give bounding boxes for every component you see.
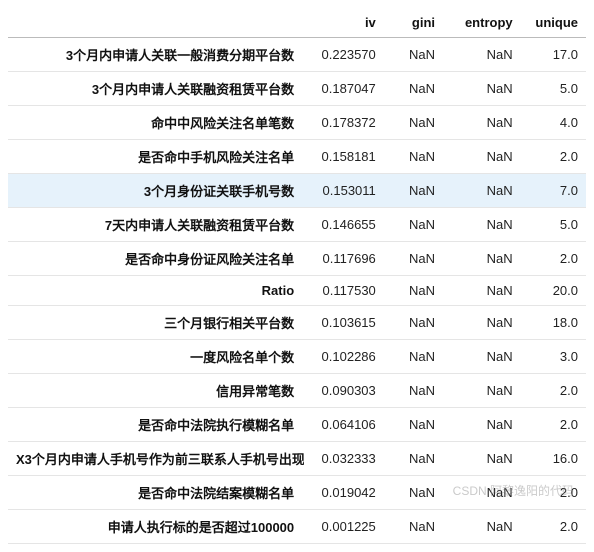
cell-entropy: NaN <box>443 106 521 140</box>
cell-iv: 0.153011 <box>304 174 384 208</box>
col-iv: iv <box>304 8 384 38</box>
row-label: 3个月内申请人关联融资租赁平台数 <box>8 72 304 106</box>
cell-entropy: NaN <box>443 306 521 340</box>
row-label: 是否命中法院结案模糊名单 <box>8 476 304 510</box>
cell-unique: 2.0 <box>521 510 586 544</box>
cell-entropy: NaN <box>443 476 521 510</box>
table-row: X3个月内申请人手机号作为前三联系人手机号出现的次数0.032333NaNNaN… <box>8 442 586 476</box>
cell-entropy: NaN <box>443 442 521 476</box>
table-row: 3个月身份证关联手机号数0.153011NaNNaN7.0 <box>8 174 586 208</box>
cell-entropy: NaN <box>443 38 521 72</box>
cell-iv: 0.102286 <box>304 340 384 374</box>
row-label: X3个月内申请人手机号作为前三联系人手机号出现的次数 <box>8 442 304 476</box>
cell-iv: 0.178372 <box>304 106 384 140</box>
cell-iv: 0.117530 <box>304 276 384 306</box>
cell-entropy: NaN <box>443 340 521 374</box>
row-label: 3个月身份证关联手机号数 <box>8 174 304 208</box>
cell-iv: 0.103615 <box>304 306 384 340</box>
cell-unique: 2.0 <box>521 242 586 276</box>
cell-unique: 18.0 <box>521 306 586 340</box>
cell-gini: NaN <box>384 442 443 476</box>
cell-gini: NaN <box>384 476 443 510</box>
table-row: 三个月银行相关平台数0.103615NaNNaN18.0 <box>8 306 586 340</box>
cell-unique: 2.0 <box>521 476 586 510</box>
cell-iv: 0.032333 <box>304 442 384 476</box>
cell-entropy: NaN <box>443 174 521 208</box>
table-body: 3个月内申请人关联一般消费分期平台数0.223570NaNNaN17.03个月内… <box>8 38 586 544</box>
table-row: 是否命中法院执行模糊名单0.064106NaNNaN2.0 <box>8 408 586 442</box>
cell-gini: NaN <box>384 242 443 276</box>
cell-entropy: NaN <box>443 374 521 408</box>
cell-gini: NaN <box>384 208 443 242</box>
cell-entropy: NaN <box>443 242 521 276</box>
cell-iv: 0.090303 <box>304 374 384 408</box>
col-gini: gini <box>384 8 443 38</box>
row-label: 命中中风险关注名单笔数 <box>8 106 304 140</box>
row-label: 3个月内申请人关联一般消费分期平台数 <box>8 38 304 72</box>
cell-entropy: NaN <box>443 72 521 106</box>
col-unique: unique <box>521 8 586 38</box>
cell-gini: NaN <box>384 374 443 408</box>
cell-iv: 0.223570 <box>304 38 384 72</box>
table-row: 3个月内申请人关联一般消费分期平台数0.223570NaNNaN17.0 <box>8 38 586 72</box>
cell-unique: 20.0 <box>521 276 586 306</box>
cell-unique: 2.0 <box>521 140 586 174</box>
table-row: 命中中风险关注名单笔数0.178372NaNNaN4.0 <box>8 106 586 140</box>
row-label: 一度风险名单个数 <box>8 340 304 374</box>
cell-gini: NaN <box>384 140 443 174</box>
cell-entropy: NaN <box>443 408 521 442</box>
cell-unique: 16.0 <box>521 442 586 476</box>
row-label: 申请人执行标的是否超过100000 <box>8 510 304 544</box>
cell-unique: 5.0 <box>521 72 586 106</box>
cell-entropy: NaN <box>443 276 521 306</box>
row-label: 三个月银行相关平台数 <box>8 306 304 340</box>
row-label: 是否命中手机风险关注名单 <box>8 140 304 174</box>
cell-unique: 5.0 <box>521 208 586 242</box>
cell-entropy: NaN <box>443 510 521 544</box>
cell-gini: NaN <box>384 72 443 106</box>
table-row: 一度风险名单个数0.102286NaNNaN3.0 <box>8 340 586 374</box>
cell-gini: NaN <box>384 408 443 442</box>
cell-unique: 7.0 <box>521 174 586 208</box>
table-row: 7天内申请人关联融资租赁平台数0.146655NaNNaN5.0 <box>8 208 586 242</box>
row-label: 是否命中法院执行模糊名单 <box>8 408 304 442</box>
cell-unique: 2.0 <box>521 374 586 408</box>
cell-entropy: NaN <box>443 140 521 174</box>
cell-gini: NaN <box>384 38 443 72</box>
cell-gini: NaN <box>384 276 443 306</box>
table-row: 3个月内申请人关联融资租赁平台数0.187047NaNNaN5.0 <box>8 72 586 106</box>
row-label: 是否命中身份证风险关注名单 <box>8 242 304 276</box>
cell-iv: 0.187047 <box>304 72 384 106</box>
cell-iv: 0.117696 <box>304 242 384 276</box>
cell-unique: 3.0 <box>521 340 586 374</box>
cell-gini: NaN <box>384 510 443 544</box>
cell-gini: NaN <box>384 306 443 340</box>
cell-iv: 0.064106 <box>304 408 384 442</box>
table-row: 是否命中法院结案模糊名单0.019042NaNNaN2.0 <box>8 476 586 510</box>
table-header-row: iv gini entropy unique <box>8 8 586 38</box>
cell-gini: NaN <box>384 174 443 208</box>
cell-unique: 4.0 <box>521 106 586 140</box>
data-table: iv gini entropy unique 3个月内申请人关联一般消费分期平台… <box>8 8 586 544</box>
table-row: Ratio0.117530NaNNaN20.0 <box>8 276 586 306</box>
cell-iv: 0.019042 <box>304 476 384 510</box>
cell-iv: 0.158181 <box>304 140 384 174</box>
cell-iv: 0.146655 <box>304 208 384 242</box>
cell-iv: 0.001225 <box>304 510 384 544</box>
table-row: 信用异常笔数0.090303NaNNaN2.0 <box>8 374 586 408</box>
row-label: 7天内申请人关联融资租赁平台数 <box>8 208 304 242</box>
row-label: 信用异常笔数 <box>8 374 304 408</box>
cell-unique: 17.0 <box>521 38 586 72</box>
cell-gini: NaN <box>384 340 443 374</box>
col-rowhdr <box>8 8 304 38</box>
cell-unique: 2.0 <box>521 408 586 442</box>
table-row: 是否命中身份证风险关注名单0.117696NaNNaN2.0 <box>8 242 586 276</box>
col-entropy: entropy <box>443 8 521 38</box>
row-label: Ratio <box>8 276 304 306</box>
table-row: 申请人执行标的是否超过1000000.001225NaNNaN2.0 <box>8 510 586 544</box>
cell-gini: NaN <box>384 106 443 140</box>
table-row: 是否命中手机风险关注名单0.158181NaNNaN2.0 <box>8 140 586 174</box>
cell-entropy: NaN <box>443 208 521 242</box>
